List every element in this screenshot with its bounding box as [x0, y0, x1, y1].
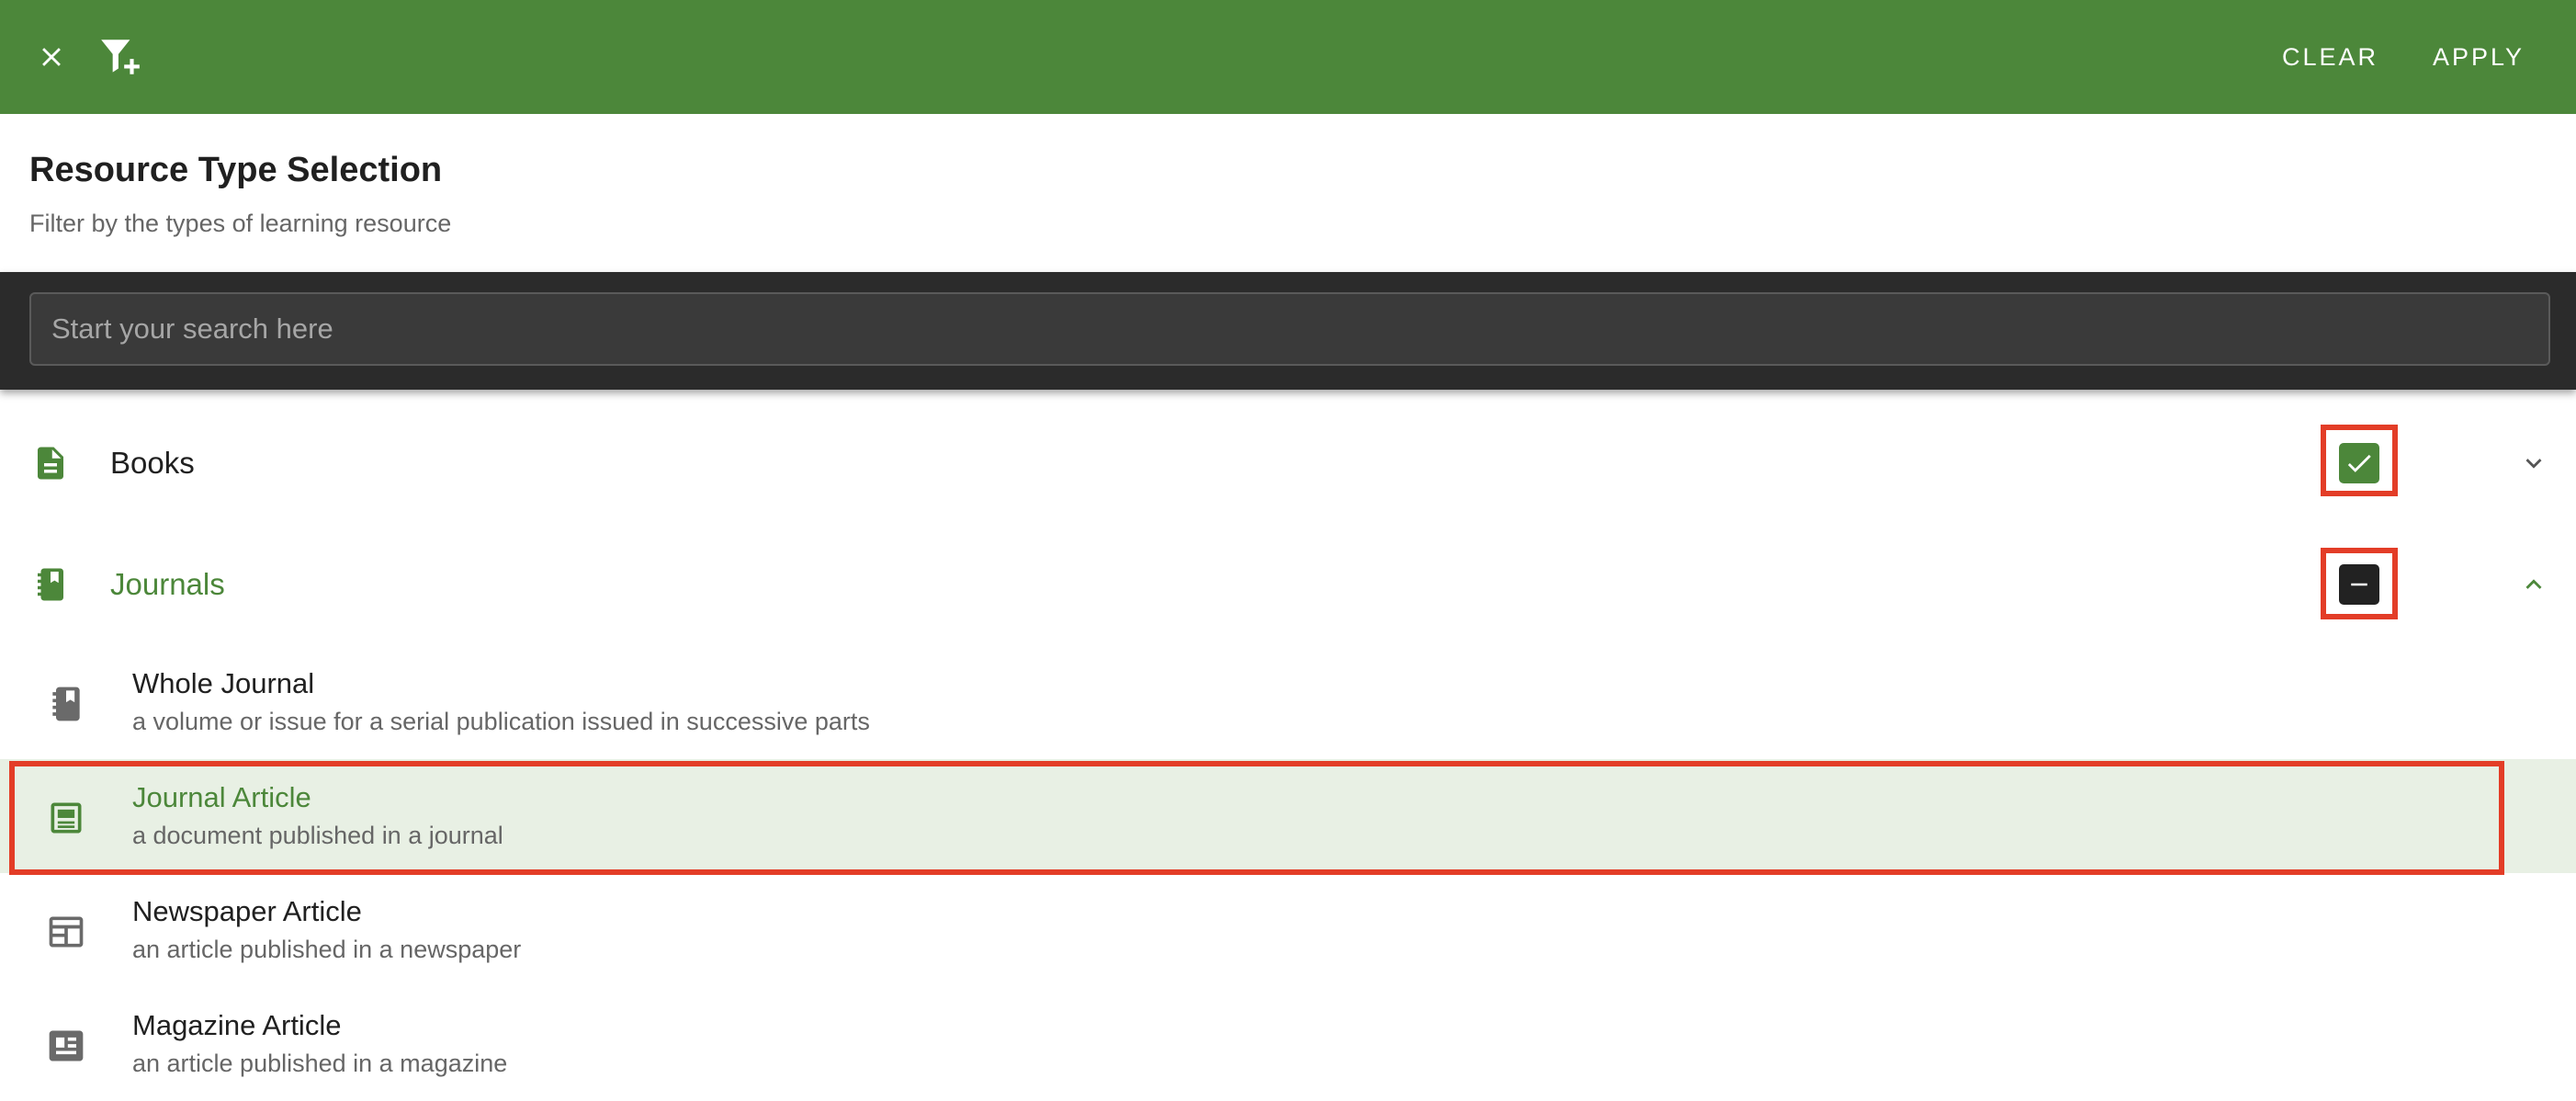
top-toolbar: CLEAR APPLY: [0, 0, 2576, 114]
journal-icon: [38, 568, 63, 601]
list-item-title: Whole Journal: [132, 667, 315, 699]
list-item-description: a volume or issue for a serial publicati…: [132, 708, 870, 735]
list-item-title: Magazine Article: [132, 1009, 342, 1041]
list-item-description: a document published in a journal: [132, 822, 503, 849]
page-subtitle: Filter by the types of learning resource: [29, 210, 452, 237]
filter-add-icon: [101, 40, 140, 74]
checkmark-icon: [2347, 454, 2371, 472]
category-label-journals: Journals: [110, 567, 225, 601]
journal-icon: [52, 687, 80, 721]
list-item-description: an article published in a magazine: [132, 1050, 508, 1077]
dialog-header: Resource Type Selection Filter by the ty…: [0, 114, 2576, 272]
search-input[interactable]: [29, 292, 2550, 366]
list-item-journal-article[interactable]: Journal Article a document published in …: [0, 759, 2576, 875]
category-row-books[interactable]: Books: [0, 403, 2576, 524]
minus-icon: [2351, 583, 2367, 586]
magazine-icon: [49, 1030, 84, 1061]
collapse-journals-button[interactable]: [2508, 559, 2559, 610]
category-label-books: Books: [110, 446, 195, 480]
add-filter-button[interactable]: [88, 0, 153, 114]
journals-checkbox[interactable]: [2339, 564, 2379, 605]
article-icon: [51, 802, 82, 834]
clear-button[interactable]: CLEAR: [2282, 0, 2378, 114]
books-checkbox[interactable]: [2339, 443, 2379, 483]
list-item-whole-journal[interactable]: Whole Journal a volume or issue for a se…: [0, 645, 2576, 759]
apply-button[interactable]: APPLY: [2433, 0, 2525, 114]
expand-books-button[interactable]: [2508, 437, 2559, 489]
list-item-title: Newspaper Article: [132, 895, 362, 927]
highlight-journal-article: [9, 761, 2504, 875]
list-item-newspaper-article[interactable]: Newspaper Article an article published i…: [0, 873, 2576, 987]
document-icon: [38, 447, 63, 480]
list-item-description: an article published in a newspaper: [132, 936, 522, 963]
category-row-journals[interactable]: Journals: [0, 524, 2576, 645]
chevron-up-icon: [2525, 579, 2542, 589]
chevron-down-icon: [2525, 459, 2542, 469]
newspaper-icon: [49, 916, 84, 948]
close-button[interactable]: [20, 0, 83, 114]
search-bar: [0, 272, 2576, 390]
close-icon: [42, 48, 61, 66]
list-item-title: Journal Article: [132, 781, 311, 813]
page-title: Resource Type Selection: [29, 151, 443, 189]
list-item-magazine-article[interactable]: Magazine Article an article published in…: [0, 987, 2576, 1101]
